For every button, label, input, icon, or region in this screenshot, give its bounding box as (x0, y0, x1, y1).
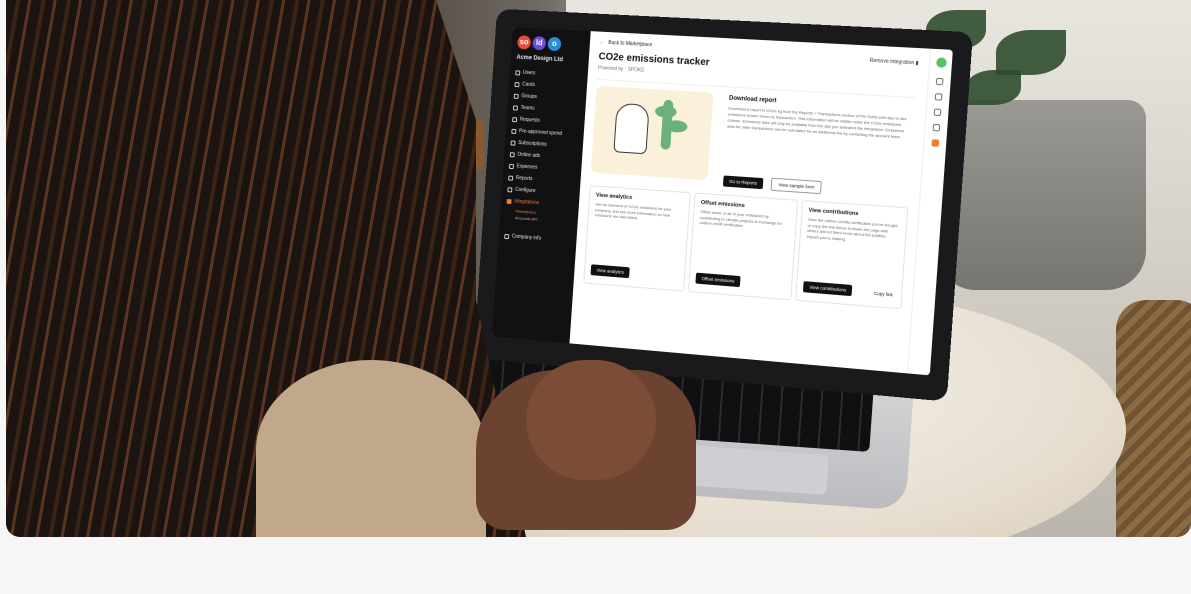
sidebar-item-label: Online ads (517, 152, 540, 159)
main-content: ← Back to Marketplace CO2e emissions trac… (569, 31, 930, 373)
tile-offset-emissions: Offset emissions Offset some or all of y… (688, 192, 798, 300)
plant-pot (936, 100, 1146, 290)
sidebar-item-label: Company info (512, 234, 542, 242)
tile-view-analytics: View analytics Get an overview of CO2e e… (583, 185, 691, 291)
spend-icon (511, 128, 516, 133)
copy-link-button[interactable]: Copy link (874, 291, 893, 298)
subscriptions-icon (511, 140, 516, 145)
avatar[interactable] (935, 57, 946, 68)
trash-icon: ▮ (915, 60, 918, 66)
sidebar-item-label: Integrations (514, 198, 539, 206)
laptop-trackpad (676, 445, 828, 495)
logo-part: ld (532, 36, 546, 50)
view-analytics-button[interactable]: View analytics (590, 264, 630, 278)
plant-leaf (996, 30, 1066, 75)
offset-emissions-button[interactable]: Offset emissions (695, 273, 740, 288)
sidebar-item-label: Reports (516, 175, 533, 182)
illustration (591, 86, 714, 181)
groups-icon (514, 93, 519, 98)
sidebar-item-label: Users (523, 70, 536, 77)
person-shoulder (256, 360, 486, 537)
back-link-label: Back to Marketplace (608, 40, 652, 48)
cards-icon (515, 82, 520, 87)
building-icon (504, 233, 509, 238)
plant-leaf (966, 70, 1021, 105)
remove-integration-button[interactable]: Remove integration ▮ (869, 58, 918, 67)
app-screen: so ld o Acme Design Ltd Users Cards Grou… (492, 27, 953, 375)
tile-body: Get an overview of CO2e emissions for yo… (594, 201, 682, 224)
refresh-icon[interactable] (935, 93, 943, 101)
help-icon[interactable] (932, 124, 940, 132)
configure-icon (507, 187, 512, 192)
integrations-icon (507, 198, 512, 203)
go-to-reports-button[interactable]: Go to Reports (723, 175, 764, 189)
sidebar-item-company-info[interactable]: Company info (504, 230, 571, 247)
arrow-left-icon: ← (599, 40, 604, 46)
laptop-screen: so ld o Acme Design Ltd Users Cards Grou… (474, 9, 973, 402)
download-actions: Go to Reports View sample form (723, 169, 823, 194)
sidebar-item-label: Subscriptions (518, 140, 547, 148)
mail-icon[interactable] (936, 78, 944, 86)
view-contributions-button[interactable]: View contributions (803, 281, 853, 296)
requests-icon (512, 117, 517, 122)
download-report-card: Download report Download a report in CO2… (590, 79, 916, 199)
sidebar-item-label: Cards (522, 82, 535, 89)
sidebar-item-label: Configure (515, 187, 536, 194)
logo-part: so (517, 35, 531, 49)
tile-body: Offset some or all of your emissions by … (699, 209, 790, 232)
person-hand (526, 360, 656, 480)
expenses-icon (509, 163, 514, 168)
leaf-illustration (655, 105, 677, 118)
sidebar-item-label: Teams (520, 105, 534, 112)
page-background (0, 537, 1191, 594)
tile-body: View the carbon credits certificates you… (807, 217, 900, 246)
sidebar-item-label: Groups (521, 93, 537, 100)
sidebar-item-label: Requests (520, 117, 540, 124)
sidebar-item-label: Pre-approved spend (519, 128, 562, 137)
logo-part: o (547, 37, 561, 51)
view-sample-form-button[interactable]: View sample form (771, 178, 822, 195)
reports-icon (508, 175, 513, 180)
wicker-basket (1116, 300, 1191, 537)
integration-icon[interactable] (931, 139, 939, 147)
hero-photo: so ld o Acme Design Ltd Users Cards Grou… (6, 0, 1191, 537)
company-name: Acme Design Ltd (516, 55, 583, 65)
soldo-logo: so ld o (517, 35, 584, 52)
action-tiles: View analytics Get an overview of CO2e e… (583, 185, 908, 309)
download-body: Download a report in CO2e kg from the Re… (727, 106, 911, 141)
person-illustration (613, 103, 649, 154)
download-text: Download report Download a report in CO2… (727, 96, 912, 141)
teams-icon (513, 105, 518, 110)
tile-view-contributions: View contributions View the carbon credi… (795, 200, 908, 309)
ads-icon (510, 152, 515, 157)
sidebar-item-label: Expenses (516, 163, 537, 170)
users-icon (515, 70, 520, 75)
remove-integration-label: Remove integration (869, 58, 914, 66)
calendar-icon[interactable] (934, 108, 942, 116)
